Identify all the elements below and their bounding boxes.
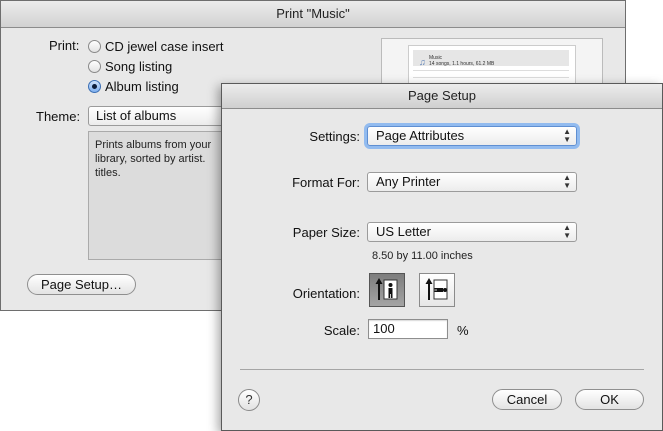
page-setup-dialog: Page Setup Settings: Page Attributes ▲ ▼ … xyxy=(221,83,663,431)
radio-button-icon[interactable] xyxy=(88,40,101,53)
preview-rule xyxy=(413,70,569,71)
print-window-title: Print "Music" xyxy=(1,1,625,28)
format-for-label: Format For: xyxy=(292,175,360,190)
scale-input[interactable]: 100 xyxy=(368,319,448,339)
radio-label: CD jewel case insert xyxy=(105,39,224,54)
settings-label: Settings: xyxy=(309,129,360,144)
preview-rule xyxy=(413,77,569,78)
theme-label: Theme: xyxy=(36,109,81,124)
portrait-orientation-icon xyxy=(375,278,398,300)
orientation-portrait-button[interactable] xyxy=(369,273,405,307)
scale-label: Scale: xyxy=(323,323,360,338)
radio-option-song-listing[interactable]: Song listing xyxy=(88,59,172,74)
preview-subtitle: 14 songs, 1.1 hours, 61.2 MB xyxy=(429,61,495,67)
radio-label: Song listing xyxy=(105,59,173,74)
radio-option-cd-jewel-case[interactable]: CD jewel case insert xyxy=(88,39,224,54)
format-for-popup[interactable]: Any Printer ▲ ▼ xyxy=(367,172,577,192)
format-for-value: Any Printer xyxy=(376,174,441,189)
radio-option-album-listing[interactable]: Album listing xyxy=(88,79,179,94)
paper-size-value: US Letter xyxy=(376,224,431,239)
paper-size-label: Paper Size: xyxy=(292,225,360,240)
popup-arrows-icon: ▲ ▼ xyxy=(563,173,571,190)
settings-popup[interactable]: Page Attributes ▲ ▼ xyxy=(367,126,577,146)
theme-select[interactable]: List of albums xyxy=(88,106,238,126)
print-label: Print: xyxy=(49,38,80,53)
settings-value: Page Attributes xyxy=(376,128,465,143)
page-setup-button[interactable]: Page Setup… xyxy=(27,274,136,295)
popup-arrows-icon: ▲ ▼ xyxy=(563,223,571,240)
theme-description: Prints albums from your library, sorted … xyxy=(88,131,233,260)
page-setup-title: Page Setup xyxy=(222,84,662,109)
cancel-button[interactable]: Cancel xyxy=(492,389,562,410)
paper-dimensions: 8.50 by 11.00 inches xyxy=(372,250,473,262)
orientation-landscape-button[interactable] xyxy=(419,273,455,307)
popup-arrows-icon: ▲ ▼ xyxy=(563,127,571,144)
music-note-icon: ♫ xyxy=(419,57,426,67)
scale-unit: % xyxy=(457,323,469,338)
landscape-orientation-icon xyxy=(425,278,448,300)
orientation-label: Orientation: xyxy=(292,286,360,301)
ok-button[interactable]: OK xyxy=(575,389,644,410)
help-button[interactable]: ? xyxy=(238,389,260,411)
preview-header: ♫ Music 14 songs, 1.1 hours, 61.2 MB xyxy=(413,50,569,67)
radio-label: Album listing xyxy=(105,79,179,94)
radio-button-selected-icon[interactable] xyxy=(88,80,101,93)
radio-button-icon[interactable] xyxy=(88,60,101,73)
paper-size-popup[interactable]: US Letter ▲ ▼ xyxy=(367,222,577,242)
divider xyxy=(240,369,644,370)
